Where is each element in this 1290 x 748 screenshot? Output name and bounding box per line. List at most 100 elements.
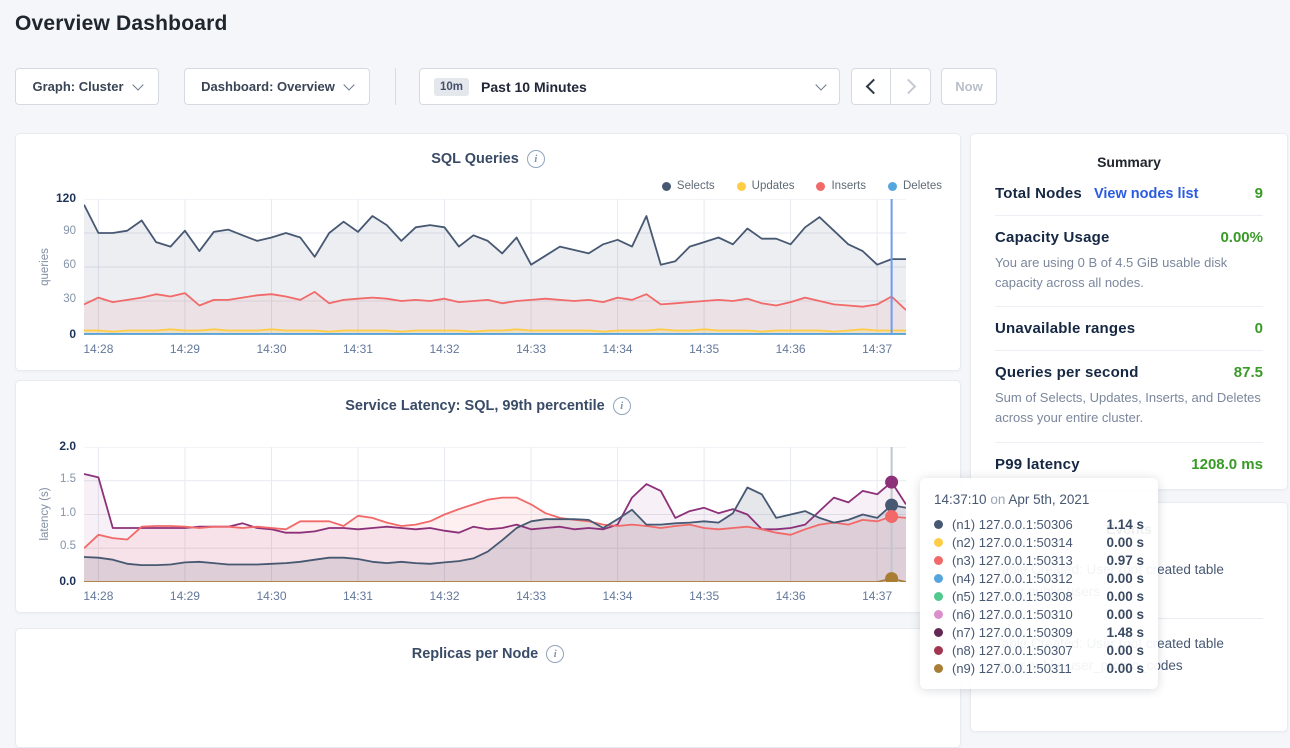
service-latency-panel: Service Latency: SQL, 99th percentile i … [15, 380, 961, 613]
tooltip-value: 1.48 s [1106, 625, 1144, 640]
series-dot [934, 664, 943, 673]
tooltip-node-label: (n4) 127.0.0.1:50312 [952, 571, 1073, 586]
y-axis-tick: 30 [28, 293, 76, 305]
series-dot [934, 610, 943, 619]
series-dot [934, 556, 943, 565]
summary-value: 9 [1255, 185, 1263, 202]
time-range-picker[interactable]: 10m Past 10 Minutes [419, 68, 840, 105]
chevron-down-icon [815, 79, 826, 90]
tooltip-header: 14:37:10 on Apr 5th, 2021 [934, 492, 1144, 507]
legend-label: Deletes [903, 180, 942, 192]
x-axis-tick: 14:35 [680, 589, 728, 603]
tooltip-time: 14:37:10 [934, 492, 987, 507]
x-axis-tick: 14:33 [507, 589, 555, 603]
x-axis-tick: 14:34 [594, 589, 642, 603]
chevron-down-icon [132, 79, 143, 90]
summary-label: Queries per second [995, 364, 1139, 381]
x-axis-tick: 14:28 [74, 342, 122, 356]
summary-value: 1208.0 ms [1191, 456, 1263, 473]
view-nodes-link[interactable]: View nodes list [1094, 186, 1199, 202]
info-icon[interactable]: i [613, 397, 631, 415]
x-axis-tick: 14:34 [594, 342, 642, 356]
y-axis-tick: 60 [28, 259, 76, 271]
tooltip-node-label: (n9) 127.0.0.1:50311 [952, 661, 1072, 676]
series-dot [934, 520, 943, 529]
summary-label: Capacity Usage [995, 229, 1110, 246]
legend-dot [888, 182, 897, 191]
sql-queries-panel: SQL Queries i SelectsUpdatesInsertsDelet… [15, 133, 961, 371]
info-icon[interactable]: i [546, 645, 564, 663]
tooltip-node-label: (n8) 127.0.0.1:50307 [952, 643, 1073, 658]
x-axis-tick: 14:35 [680, 342, 728, 356]
x-axis-tick: 14:36 [767, 589, 815, 603]
summary-row-capacity: Capacity Usage 0.00% You are using 0 B o… [995, 215, 1263, 306]
tooltip-row: (n4) 127.0.0.1:503120.00 s [934, 569, 1144, 587]
x-axis-tick: 14:37 [853, 589, 901, 603]
tooltip-node-label: (n7) 127.0.0.1:50309 [952, 625, 1073, 640]
tooltip-value: 0.00 s [1106, 661, 1144, 676]
summary-row-qps: Queries per second 87.5 Sum of Selects, … [995, 350, 1263, 441]
x-axis-tick: 14:29 [161, 342, 209, 356]
tooltip-rows: (n1) 127.0.0.1:503061.14 s(n2) 127.0.0.1… [934, 515, 1144, 677]
graph-dropdown[interactable]: Graph: Cluster [15, 68, 159, 105]
tooltip-value: 0.97 s [1106, 553, 1144, 568]
series-dot [934, 592, 943, 601]
dashboard-dropdown[interactable]: Dashboard: Overview [184, 68, 370, 105]
chart-title: Service Latency: SQL, 99th percentile i [16, 397, 960, 415]
summary-value: 0 [1255, 320, 1263, 337]
x-axis-tick: 14:30 [247, 589, 295, 603]
tooltip-node-label: (n3) 127.0.0.1:50313 [952, 553, 1073, 568]
tooltip-value: 1.14 s [1106, 517, 1144, 532]
tooltip-row: (n8) 127.0.0.1:50307 0.00 s [934, 641, 1144, 659]
legend-item-deletes[interactable]: Deletes [888, 180, 942, 192]
sql-queries-chart[interactable] [84, 199, 906, 335]
summary-row-unavailable-ranges: Unavailable ranges 0 [995, 306, 1263, 350]
tooltip-value: 0.00 s [1106, 535, 1144, 550]
now-button[interactable]: Now [941, 68, 997, 105]
next-time-button[interactable] [891, 68, 931, 105]
chart-title: Replicas per Node i [16, 645, 960, 663]
x-axis-tick: 14:33 [507, 342, 555, 356]
summary-value: 0.00% [1220, 229, 1263, 246]
y-axis-tick: 1.5 [28, 473, 76, 485]
tooltip-row: (n5) 127.0.0.1:503080.00 s [934, 587, 1144, 605]
graph-dropdown-label: Graph: Cluster [32, 79, 123, 94]
summary-label: Unavailable ranges [995, 320, 1135, 337]
service-latency-chart[interactable] [84, 447, 906, 582]
tooltip-node-label: (n6) 127.0.0.1:50310 [952, 607, 1073, 622]
overview-dashboard-page: { "page_title": "Overview Dashboard", "t… [0, 0, 1290, 689]
summary-description: Sum of Selects, Updates, Inserts, and De… [995, 388, 1263, 428]
tooltip-row: (n2) 127.0.0.1:503140.00 s [934, 533, 1144, 551]
series-dot [934, 646, 943, 655]
series-dot [934, 538, 943, 547]
legend-item-updates[interactable]: Updates [737, 180, 795, 192]
summary-label: Total Nodes [995, 185, 1082, 202]
legend-item-selects[interactable]: Selects [662, 180, 715, 192]
tooltip-date: Apr 5th, 2021 [1008, 492, 1089, 507]
tooltip-value: 0.00 s [1106, 643, 1144, 658]
info-icon[interactable]: i [527, 150, 545, 168]
series-dot [934, 574, 943, 583]
legend-label: Inserts [831, 180, 866, 192]
x-axis-tick: 14:32 [421, 589, 469, 603]
time-range-badge: 10m [434, 78, 469, 96]
y-axis-tick: 90 [28, 225, 76, 237]
prev-time-button[interactable] [851, 68, 891, 105]
y-axis-tick: 0 [28, 327, 76, 341]
tooltip-row: (n7) 127.0.0.1:50309 1.48 s [934, 623, 1144, 641]
page-title: Overview Dashboard [15, 12, 228, 36]
y-axis-tick: 0.5 [28, 540, 76, 552]
x-axis-tick: 14:30 [247, 342, 295, 356]
series-dot [934, 628, 943, 637]
x-axis-tick: 14:31 [334, 342, 382, 356]
legend-item-inserts[interactable]: Inserts [816, 180, 866, 192]
x-axis-tick: 14:36 [767, 342, 815, 356]
x-axis-tick: 14:29 [161, 589, 209, 603]
legend-dot [816, 182, 825, 191]
chevron-down-icon [343, 79, 354, 90]
summary-title: Summary [995, 154, 1263, 170]
x-axis-tick: 14:32 [421, 342, 469, 356]
x-axis-tick: 14:28 [74, 589, 122, 603]
legend-dot [737, 182, 746, 191]
tooltip-row: (n9) 127.0.0.1:50311 0.00 s [934, 659, 1144, 677]
